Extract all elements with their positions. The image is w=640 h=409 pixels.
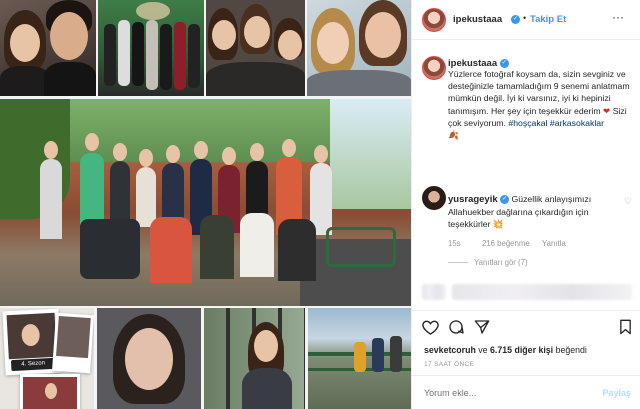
view-replies-line — [448, 262, 468, 263]
header-separator: • — [523, 13, 527, 23]
post-header: ipekustaaa ✓ • Takip Et ··· — [412, 0, 640, 40]
likes-count[interactable]: 6.715 diğer kişi — [490, 345, 553, 355]
photo-sleeping-portrait — [97, 308, 201, 409]
comment-likes-count[interactable]: 216 beğenme — [482, 239, 530, 248]
season-badge: 4. Sezon — [10, 357, 56, 372]
caption-author-avatar[interactable] — [422, 56, 446, 80]
more-options-icon[interactable]: ··· — [612, 10, 624, 24]
post-comment-button[interactable]: Paylaş — [602, 388, 631, 398]
comment-input[interactable] — [424, 388, 594, 398]
comment-reply-button[interactable]: Yanıtla — [542, 239, 566, 248]
view-replies-button[interactable]: Yanıtları gör (7) — [474, 258, 528, 267]
add-comment-bar: Paylaş — [412, 375, 640, 409]
red-heart-icon: ❤ — [602, 105, 611, 116]
comment-emoji: 💥 — [492, 219, 504, 230]
post-caption: Yüzlerce fotoğraf koysam da, sizin sevgi… — [448, 68, 632, 141]
share-arrow-icon[interactable] — [474, 319, 490, 335]
photo-selfie-friends — [206, 0, 305, 96]
commenter-username[interactable]: yusrageyik — [448, 194, 498, 205]
likes-summary: sevketcoruh ve 6.715 diğer kişi beğendi — [424, 345, 587, 355]
photo-selfie-couple — [0, 0, 96, 96]
post-image-collage[interactable]: 4. Sezon — [0, 0, 411, 409]
photo-window-portrait — [204, 308, 305, 409]
photo-selfie-two-women — [307, 0, 411, 96]
caption-verified-badge-icon: ✓ — [499, 59, 509, 69]
blurred-comment-avatar — [422, 284, 446, 300]
photo-season-4-polaroid: 4. Sezon — [0, 308, 94, 409]
likes-user[interactable]: sevketcoruh — [424, 345, 476, 355]
hashtag-link[interactable]: #hoşçakal — [508, 118, 547, 128]
post-details-panel: ipekustaaa ✓ • Takip Et ··· ipekustaaa ✓… — [411, 0, 640, 409]
post-time-ago: 17 SAAT ÖNCE — [424, 361, 475, 368]
save-bookmark-icon[interactable] — [619, 319, 632, 335]
like-heart-icon[interactable] — [422, 319, 439, 335]
likes-suffix: beğendi — [555, 345, 587, 355]
likes-conjunction: ve — [478, 345, 488, 355]
comment-time: 15s — [448, 239, 461, 248]
comment-text: yusrageyik ✓ Güzellik anlayışımızı Allah… — [448, 193, 624, 231]
commenter-avatar[interactable] — [422, 186, 446, 210]
hashtag-link[interactable]: #arkasokaklar — [550, 118, 604, 128]
comment-like-heart-icon[interactable]: ♡ — [624, 196, 634, 206]
follow-button[interactable]: Takip Et — [530, 14, 566, 25]
author-username[interactable]: ipekustaaa — [453, 14, 502, 25]
blurred-comment-text — [452, 284, 632, 300]
post-actions-bar — [412, 310, 640, 342]
caption-emoji: 🍂 — [448, 130, 459, 141]
author-avatar[interactable] — [422, 8, 446, 32]
commenter-verified-badge-icon: ✓ — [500, 195, 510, 205]
photo-film-crew — [0, 99, 411, 306]
verified-badge-icon: ✓ — [511, 14, 520, 24]
photo-group-event — [98, 0, 204, 96]
photo-bridge-scene — [308, 308, 411, 409]
comment-bubble-icon[interactable] — [448, 319, 464, 335]
